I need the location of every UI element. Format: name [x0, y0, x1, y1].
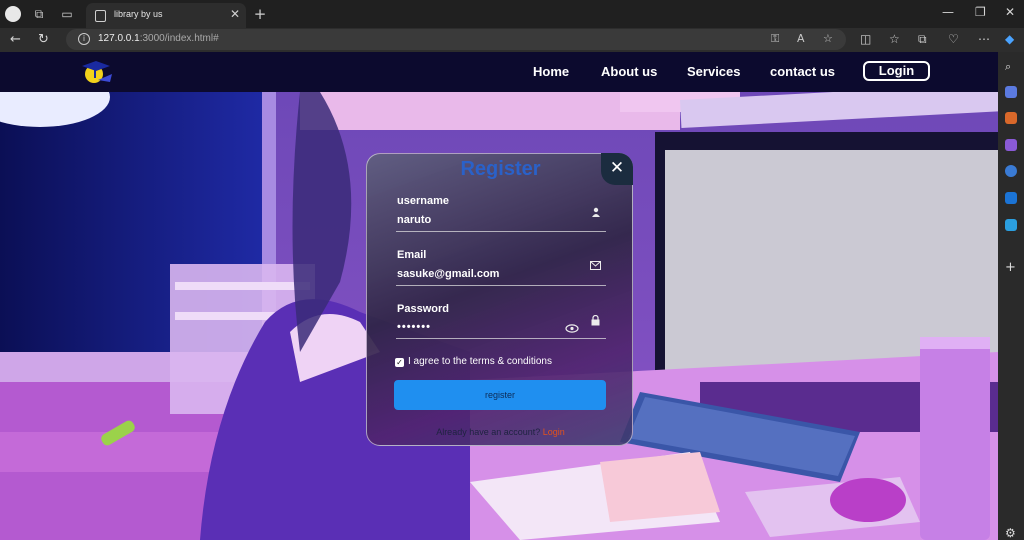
- browser-address-bar: ← ↻ i 127.0.0.1:3000/index.html# ⚿ A ☆ ◫…: [0, 28, 1024, 52]
- key-icon[interactable]: ⚿: [771, 32, 779, 46]
- login-prompt-text: Already have an account?: [436, 427, 541, 437]
- site-logo-icon[interactable]: [76, 60, 116, 86]
- sidebar-games-icon[interactable]: [1005, 139, 1017, 151]
- url-text[interactable]: 127.0.0.1:3000/index.html#: [98, 33, 219, 44]
- split-screen-icon[interactable]: ◫: [860, 32, 871, 46]
- restore-icon[interactable]: ❐: [975, 5, 986, 19]
- window-close-icon[interactable]: ✕: [1005, 5, 1015, 19]
- favorites-icon[interactable]: ☆: [889, 32, 900, 46]
- password-label: Password: [397, 303, 449, 315]
- modal-close-button[interactable]: ✕: [601, 153, 633, 185]
- email-input[interactable]: [396, 266, 606, 286]
- sidebar-outlook-icon[interactable]: [1005, 192, 1017, 204]
- nav-link-services[interactable]: Services: [687, 64, 741, 79]
- sidebar-send-icon[interactable]: [1005, 219, 1017, 231]
- modal-title: Register: [460, 158, 541, 180]
- more-menu-icon[interactable]: ⋯: [978, 32, 990, 46]
- new-tab-icon[interactable]: +: [252, 6, 268, 22]
- sidebar-add-icon[interactable]: +: [1005, 260, 1017, 275]
- collections-icon[interactable]: ⧉: [918, 32, 927, 47]
- username-label: username: [397, 195, 449, 207]
- eye-icon[interactable]: [565, 324, 579, 333]
- register-modal: Register ✕ username Email Password ✓ I a…: [366, 153, 633, 446]
- username-input[interactable]: [396, 212, 606, 232]
- login-link[interactable]: Login: [543, 427, 565, 437]
- sidebar-tools-icon[interactable]: [1005, 112, 1017, 124]
- tab-close-icon[interactable]: ✕: [230, 7, 240, 21]
- browser-tab-active[interactable]: library by us ✕: [86, 3, 246, 28]
- tab-actions-icon[interactable]: ▭: [59, 6, 75, 22]
- email-label: Email: [397, 249, 427, 261]
- nav-login-button[interactable]: Login: [863, 61, 930, 81]
- person-icon: [592, 207, 600, 217]
- sidebar-search-icon[interactable]: ⌕: [1005, 60, 1017, 73]
- back-icon[interactable]: ←: [10, 32, 21, 48]
- login-prompt: Already have an account? Login: [367, 427, 634, 437]
- sidebar-shopping-icon[interactable]: [1005, 86, 1017, 98]
- nav-link-home[interactable]: Home: [533, 64, 569, 79]
- lock-icon: [591, 315, 600, 326]
- read-aloud-icon[interactable]: A: [797, 32, 805, 45]
- url-field[interactable]: i 127.0.0.1:3000/index.html# ⚿ A ☆: [66, 29, 846, 50]
- web-page: Home About us Services contact us Login …: [0, 52, 998, 540]
- edge-sidebar: ⌕ + ⚙: [998, 52, 1024, 540]
- site-info-icon[interactable]: i: [78, 33, 90, 45]
- page-favicon-icon: [95, 10, 106, 22]
- workspaces-icon[interactable]: ⧉: [31, 6, 47, 22]
- sidebar-settings-icon[interactable]: ⚙: [1005, 526, 1017, 540]
- nav-link-contact-us[interactable]: contact us: [770, 64, 835, 79]
- minimize-icon[interactable]: —: [942, 5, 954, 19]
- favorite-star-icon[interactable]: ☆: [823, 32, 833, 45]
- browser-essentials-icon[interactable]: ♡: [948, 32, 959, 46]
- tab-title: library by us: [114, 9, 163, 19]
- profile-avatar-icon[interactable]: [5, 6, 21, 22]
- terms-label: I agree to the terms & conditions: [408, 356, 552, 367]
- copilot-icon[interactable]: ◆: [1005, 32, 1014, 46]
- reload-icon[interactable]: ↻: [38, 32, 49, 48]
- terms-checkbox[interactable]: ✓: [395, 358, 404, 367]
- browser-tab-bar: ⧉ ▭ library by us ✕ + — ❐ ✕: [0, 0, 1024, 28]
- site-navbar: Home About us Services contact us Login: [0, 52, 998, 92]
- sidebar-copilot-icon[interactable]: [1005, 165, 1017, 177]
- nav-link-about-us[interactable]: About us: [601, 64, 657, 79]
- envelope-icon: [590, 261, 601, 270]
- register-submit-button[interactable]: register: [394, 380, 606, 410]
